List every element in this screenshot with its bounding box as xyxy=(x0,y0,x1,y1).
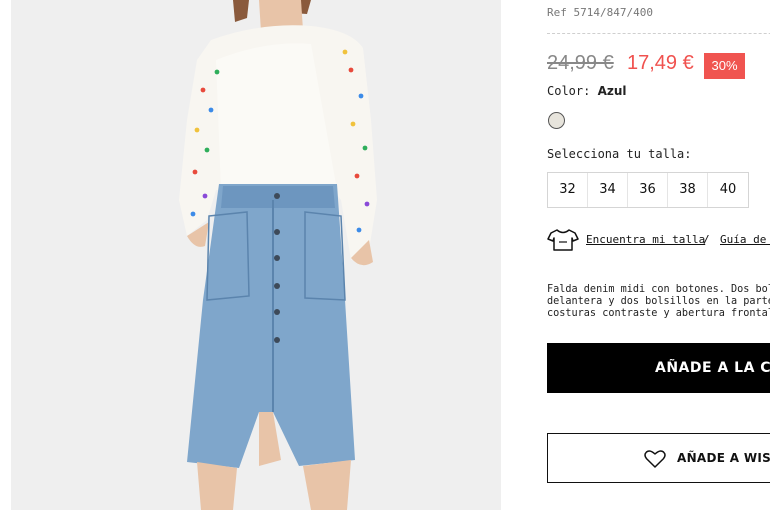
color-swatch[interactable] xyxy=(548,112,565,129)
size-option[interactable]: 34 xyxy=(588,173,628,207)
heart-icon xyxy=(644,450,666,468)
color-value: Azul xyxy=(597,84,627,98)
size-option[interactable]: 38 xyxy=(668,173,708,207)
sale-price: 17,49 € xyxy=(627,52,694,74)
original-price: 24,99 € xyxy=(547,52,614,74)
link-separator: / xyxy=(703,233,710,246)
discount-badge: 30% xyxy=(704,53,745,79)
size-option[interactable]: 32 xyxy=(548,173,588,207)
description-line: Falda denim midi con botones. Dos bolsi xyxy=(547,284,770,295)
add-to-wishlist-button[interactable]: AÑADE A WISH xyxy=(547,433,770,483)
description-line: delantera y dos bolsillos en la parte tr… xyxy=(547,296,770,307)
size-selector: 32 34 36 38 40 xyxy=(547,172,749,208)
size-option[interactable]: 36 xyxy=(628,173,668,207)
divider xyxy=(547,33,770,34)
product-info-panel: Ref 5714/847/400 24,99 € 17,49 € 30% Col… xyxy=(547,0,770,510)
size-guide-link[interactable]: Guía de t xyxy=(720,233,770,246)
find-my-size-link[interactable]: Encuentra mi talla xyxy=(586,233,705,246)
model-illustration xyxy=(11,0,501,510)
product-photo[interactable] xyxy=(11,0,501,510)
product-description: Falda denim midi con botones. Dos bolsi … xyxy=(547,284,770,320)
wishlist-label: AÑADE A WISH xyxy=(677,451,770,465)
size-label: Selecciona tu talla: xyxy=(547,147,692,161)
color-row: Color: Azul xyxy=(547,84,627,98)
size-option[interactable]: 40 xyxy=(708,173,748,207)
color-label: Color: xyxy=(547,84,591,98)
description-line: costuras contraste y abertura frontal. xyxy=(547,308,770,319)
tshirt-icon xyxy=(547,229,579,251)
add-to-cart-button[interactable]: AÑADE A LA CES xyxy=(547,343,770,393)
product-reference: Ref 5714/847/400 xyxy=(547,6,653,19)
